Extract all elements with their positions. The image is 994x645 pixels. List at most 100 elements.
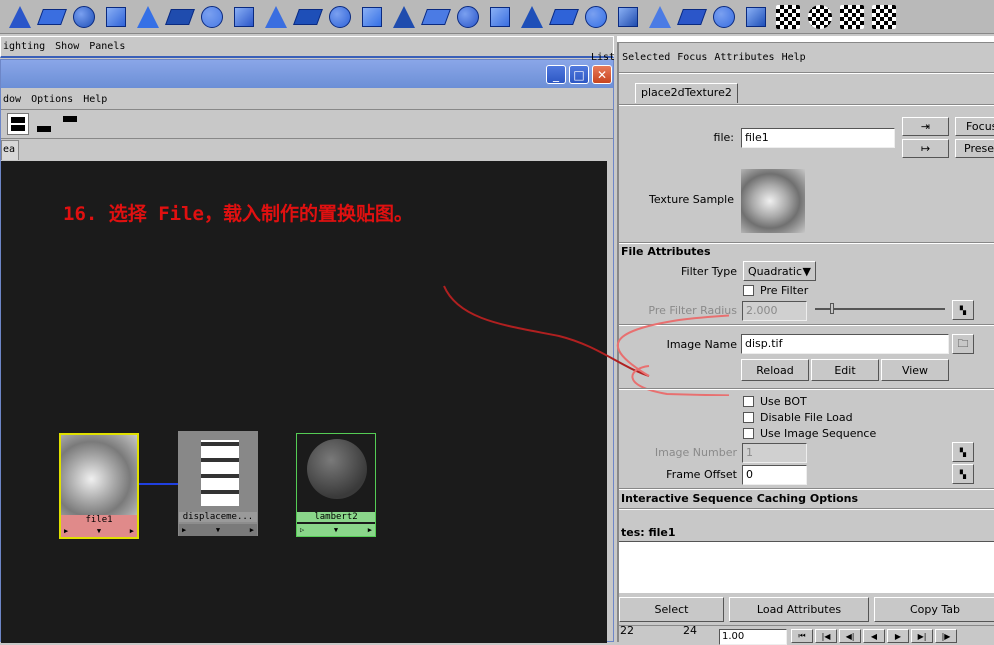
presets-button[interactable]: Presets (955, 139, 994, 158)
cube-select-icon[interactable] (420, 1, 451, 32)
view-button[interactable]: View (881, 359, 949, 381)
ae-menu-item-0[interactable]: List (591, 52, 615, 63)
browse-folder-button[interactable]: 🗀 (952, 334, 974, 354)
checker-node-icon[interactable] (772, 1, 803, 32)
notes-textarea[interactable] (619, 541, 994, 593)
deform-icon[interactable] (260, 1, 291, 32)
main-menu-item-0[interactable]: ighting (3, 41, 45, 52)
checker-sphere-icon[interactable] (804, 1, 835, 32)
main-menu-item-1[interactable]: Show (55, 41, 79, 52)
patch-icon[interactable] (708, 1, 739, 32)
cylinder-icon[interactable] (132, 1, 163, 32)
use-image-sequence-checkbox[interactable] (743, 428, 754, 439)
checker-grid-icon[interactable] (868, 1, 899, 32)
step-forward-icon[interactable]: ▶| (911, 629, 933, 643)
displacement-node[interactable]: displaceme... ▶ ▼ ▶ (178, 431, 258, 536)
ae-menu-item-1[interactable]: Selected (622, 52, 670, 63)
disable-file-load-checkbox[interactable] (743, 412, 754, 423)
lambert-node[interactable]: lambert2 ▷ ▼ ▶ (296, 433, 376, 537)
step-forward-key-icon[interactable]: |▶ (935, 629, 957, 643)
filter-type-dropdown[interactable]: Quadratic ▼ (743, 261, 816, 281)
slider-handle[interactable] (830, 303, 834, 314)
maximize-button[interactable]: □ (569, 65, 589, 84)
cube-icon[interactable] (324, 1, 355, 32)
image-number-label: Image Number (654, 446, 737, 459)
image-number-field[interactable]: 1 (742, 443, 807, 463)
reload-button[interactable]: Reload (741, 359, 809, 381)
plane-deform-icon[interactable] (356, 1, 387, 32)
pre-filter-checkbox[interactable] (743, 285, 754, 296)
bevel-icon[interactable] (612, 1, 643, 32)
layout-bottom-icon[interactable] (33, 113, 55, 135)
step-back-key-icon[interactable]: |◀ (815, 629, 837, 643)
dial-icon[interactable] (196, 1, 227, 32)
pyramid-icon[interactable] (100, 1, 131, 32)
ae-menu-item-4[interactable]: Help (782, 52, 806, 63)
ae-menu-item-3[interactable]: Attributes (714, 52, 774, 63)
input-connection-button[interactable]: ⇥ (902, 117, 949, 136)
input-arrow-icon: ⇥ (920, 120, 931, 133)
map-button-radius[interactable]: ▚ (952, 300, 974, 320)
file-node-swatch (61, 435, 137, 515)
file-label: file: (713, 131, 734, 144)
map-button-frame-offset[interactable]: ▚ (952, 464, 974, 484)
file-node[interactable]: file1 ▶ ▼ ▶ (59, 433, 139, 539)
layout-single-icon[interactable] (59, 113, 81, 135)
helix-icon[interactable] (164, 1, 195, 32)
subdiv-icon[interactable] (548, 1, 579, 32)
extrude-icon[interactable] (644, 1, 675, 32)
play-backward-icon[interactable]: ◀ (863, 629, 885, 643)
bend-icon[interactable] (388, 1, 419, 32)
use-bot-checkbox[interactable] (743, 396, 754, 407)
current-time-field[interactable]: 1.00 (719, 629, 787, 645)
ae-menu-bar: List Selected Focus Attributes Help (591, 52, 806, 63)
file-node-ports[interactable]: ▶ ▼ ▶ (61, 525, 137, 537)
hypershade-menu-item-0[interactable]: dow (3, 94, 21, 105)
image-name-field[interactable]: disp.tif (741, 334, 949, 354)
main-menu-item-2[interactable]: Panels (89, 41, 125, 52)
go-to-start-icon[interactable]: ⏮ (791, 629, 813, 643)
step-back-icon[interactable]: ◀| (839, 629, 861, 643)
hypershade-menu-item-2[interactable]: Help (83, 94, 107, 105)
split-icon[interactable] (676, 1, 707, 32)
lattice-plane-icon[interactable] (580, 1, 611, 32)
cone-icon[interactable] (4, 1, 35, 32)
close-button[interactable]: ✕ (592, 65, 612, 84)
hypershade-titlebar[interactable]: _ □ ✕ (1, 60, 613, 88)
tab-place2dtexture[interactable]: place2dTexture2 (635, 83, 738, 103)
focus-button[interactable]: Focus (955, 117, 994, 136)
pre-filter-radius-field[interactable]: 2.000 (742, 301, 807, 321)
playback-controls: ⏮ |◀ ◀| ◀ ▶ ▶| |▶ (791, 629, 957, 643)
select-button[interactable]: Select (619, 597, 724, 622)
file-node-label: file1 (61, 515, 137, 525)
panel-icon[interactable] (484, 1, 515, 32)
tab-work-area[interactable]: ea (1, 140, 19, 160)
output-connection-button[interactable]: ↦ (902, 139, 949, 158)
dropdown-arrow-icon: ▼ (802, 264, 811, 278)
frame-offset-field[interactable]: 0 (742, 465, 807, 485)
edit-button[interactable]: Edit (811, 359, 879, 381)
wedge-icon[interactable] (516, 1, 547, 32)
disk-icon[interactable] (68, 1, 99, 32)
plane-icon[interactable] (36, 1, 67, 32)
interactive-caching-header[interactable]: Interactive Sequence Caching Options (621, 492, 858, 505)
hypershade-menu-item-1[interactable]: Options (31, 94, 73, 105)
checker-flag-icon[interactable] (836, 1, 867, 32)
node-graph[interactable]: 16. 选择 File，载入制作的置换贴图。 file1 ▶ ▼ ▶ displac… (1, 161, 607, 643)
play-forward-icon[interactable]: ▶ (887, 629, 909, 643)
minimize-button[interactable]: _ (546, 65, 566, 84)
load-attributes-button[interactable]: Load Attributes (729, 597, 869, 622)
sphere-deform-icon[interactable] (292, 1, 323, 32)
cube-edit-icon[interactable] (452, 1, 483, 32)
lambert-node-ports[interactable]: ▷ ▼ ▶ (297, 524, 375, 536)
pre-filter-radius-slider[interactable] (815, 308, 945, 310)
pivot-icon[interactable] (740, 1, 771, 32)
map-button-image-number[interactable]: ▚ (952, 442, 974, 462)
lattice-icon[interactable] (228, 1, 259, 32)
lambert-node-label: lambert2 (297, 512, 375, 522)
ae-menu-item-2[interactable]: Focus (677, 52, 707, 63)
file-name-field[interactable]: file1 (741, 128, 895, 148)
copy-tab-button[interactable]: Copy Tab (874, 597, 994, 622)
displacement-node-ports[interactable]: ▶ ▼ ▶ (179, 524, 257, 536)
layout-top-icon[interactable] (7, 113, 29, 135)
